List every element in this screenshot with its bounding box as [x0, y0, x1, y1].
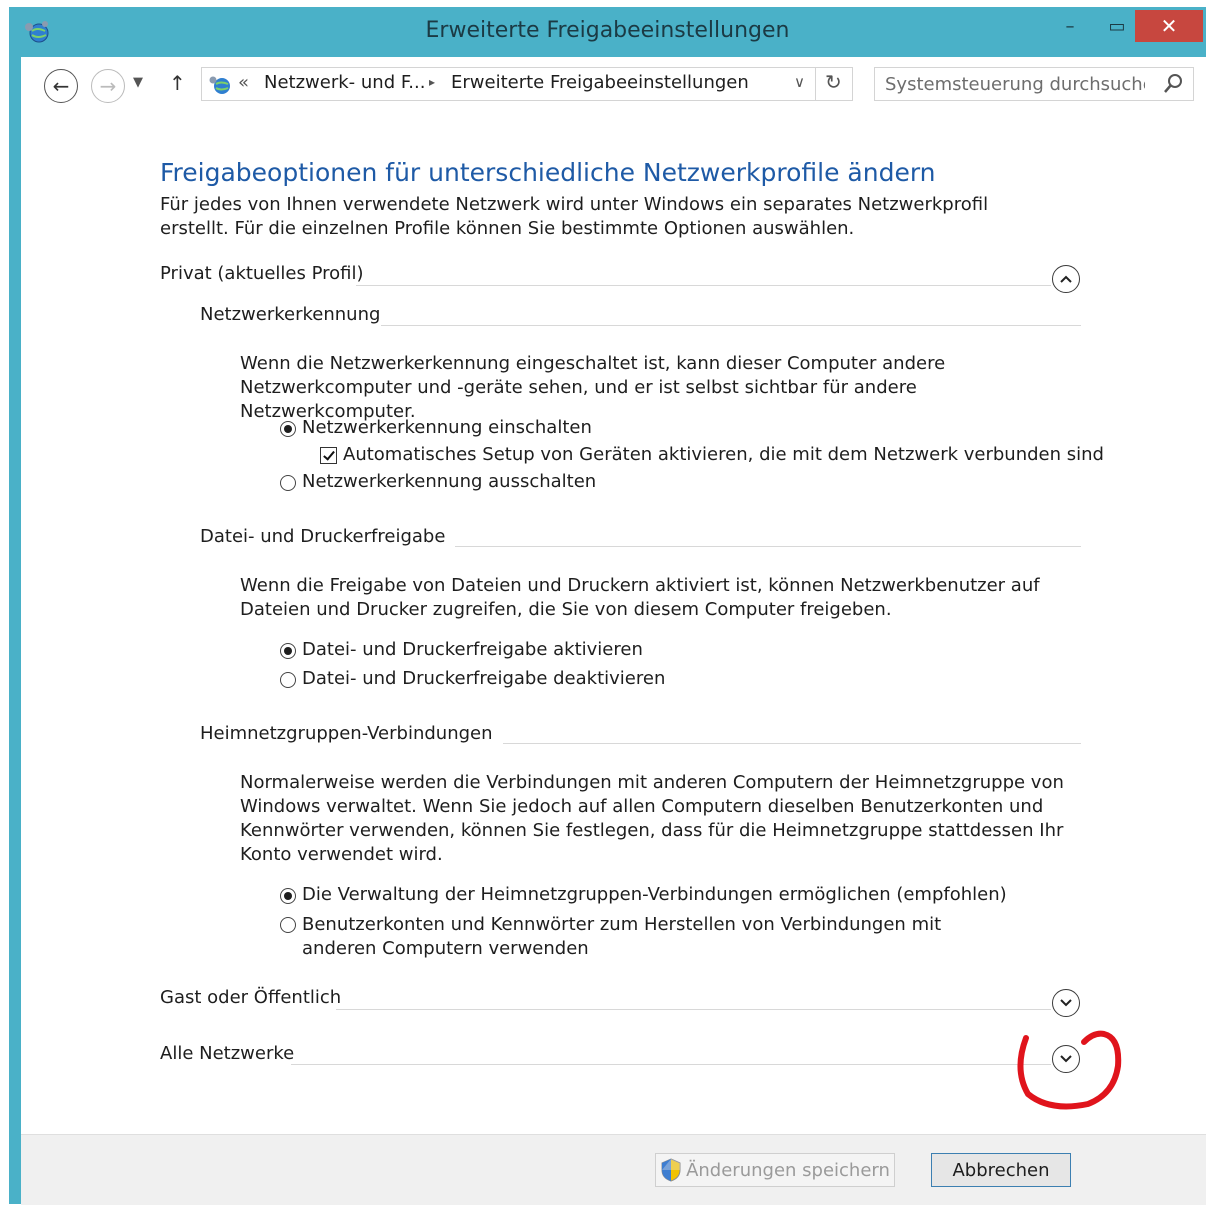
address-bar[interactable]: « Netzwerk- und F... ▸ Erweiterte Freiga…	[201, 67, 853, 101]
file-sharing-description: Wenn die Freigabe von Dateien und Drucke…	[240, 575, 1040, 620]
radio-indicator[interactable]	[280, 421, 296, 437]
homegroup-description: Normalerweise werden die Verbindungen mi…	[240, 772, 1064, 865]
minimize-button[interactable]: –	[1045, 10, 1095, 42]
page-title: Freigabeoptionen für unterschiedliche Ne…	[160, 158, 936, 187]
radio-discovery-off[interactable]: Netzwerkerkennung ausschalten	[280, 471, 596, 492]
recent-locations-button[interactable]: ▼	[133, 75, 143, 90]
red-annotation-circle	[1017, 1030, 1122, 1110]
section-file-sharing: Datei- und Druckerfreigabe	[200, 526, 456, 547]
arrow-left-icon: ←	[52, 74, 70, 98]
radio-label: Datei- und Druckerfreigabe deaktivieren	[302, 668, 666, 689]
refresh-icon[interactable]: ↻	[825, 70, 842, 94]
address-divider	[815, 68, 816, 100]
divider-homegroup	[491, 743, 1081, 744]
section-network-discovery: Netzwerkerkennung	[200, 304, 391, 325]
discovery-description: Wenn die Netzwerkerkennung eingeschaltet…	[240, 353, 946, 422]
radio-homegroup-windows[interactable]: Die Verwaltung der Heimnetzgruppen-Verbi…	[280, 884, 1007, 905]
collapse-private-button[interactable]	[1052, 265, 1080, 293]
back-button[interactable]: ←	[44, 69, 78, 103]
breadcrumb-overflow[interactable]: «	[238, 72, 249, 93]
divider-file-sharing	[441, 546, 1081, 547]
network-icon	[209, 76, 230, 94]
title-bar[interactable]: Erweiterte Freigabeeinstellungen – ▭ ✕	[9, 7, 1206, 57]
radio-file-sharing-on[interactable]: Datei- und Druckerfreigabe aktivieren	[280, 639, 643, 660]
checkbox-indicator[interactable]	[320, 447, 337, 464]
cancel-button[interactable]: Abbrechen	[931, 1153, 1071, 1187]
radio-indicator[interactable]	[280, 643, 296, 659]
radio-label: Datei- und Druckerfreigabe aktivieren	[302, 639, 643, 660]
radio-indicator[interactable]	[280, 475, 296, 491]
arrow-right-icon: →	[99, 74, 117, 98]
forward-button[interactable]: →	[91, 69, 125, 103]
checkbox-label: Automatisches Setup von Geräten aktivier…	[343, 444, 1104, 465]
search-input[interactable]	[885, 72, 1145, 96]
uac-shield-icon	[661, 1158, 681, 1182]
radio-label: Netzwerkerkennung einschalten	[302, 417, 592, 438]
close-button[interactable]: ✕	[1135, 10, 1203, 42]
divider-private	[356, 285, 1051, 286]
chevron-down-icon	[1060, 999, 1072, 1007]
breadcrumb-network[interactable]: Netzwerk- und F...	[264, 72, 425, 93]
radio-discovery-on[interactable]: Netzwerkerkennung einschalten	[280, 417, 592, 438]
maximize-button[interactable]: ▭	[1095, 10, 1139, 42]
radio-indicator[interactable]	[280, 888, 296, 904]
profile-all-networks-label[interactable]: Alle Netzwerke	[160, 1043, 305, 1064]
chevron-up-icon	[1060, 275, 1072, 283]
breadcrumb-advanced-sharing[interactable]: Erweiterte Freigabeeinstellungen	[451, 72, 749, 93]
divider-guest	[336, 1009, 1051, 1010]
section-homegroup: Heimnetzgruppen-Verbindungen	[200, 723, 503, 744]
search-icon[interactable]	[1161, 71, 1185, 97]
profile-private-label[interactable]: Privat (aktuelles Profil)	[160, 263, 374, 284]
radio-file-sharing-off[interactable]: Datei- und Druckerfreigabe deaktivieren	[280, 668, 665, 689]
radio-indicator[interactable]	[280, 917, 296, 933]
divider-discovery	[381, 325, 1081, 326]
radio-indicator[interactable]	[280, 672, 296, 688]
expand-guest-button[interactable]	[1052, 989, 1080, 1017]
radio-label: Die Verwaltung der Heimnetzgruppen-Verbi…	[302, 884, 1007, 905]
radio-homegroup-accounts[interactable]: Benutzerkonten und Kennwörter zum Herste…	[280, 913, 980, 961]
address-dropdown-icon[interactable]: ∨	[794, 73, 805, 91]
up-button[interactable]: ↑	[169, 71, 186, 95]
breadcrumb-separator[interactable]: ▸	[429, 75, 435, 89]
dialog-footer: Änderungen speichern Abbrechen	[21, 1134, 1206, 1205]
profile-guest-label[interactable]: Gast oder Öffentlich	[160, 987, 352, 1008]
radio-label: Benutzerkonten und Kennwörter zum Herste…	[302, 914, 942, 959]
save-changes-button[interactable]: Änderungen speichern	[655, 1153, 895, 1187]
chevron-down-icon: ▼	[133, 75, 143, 90]
divider-all-networks	[291, 1064, 1051, 1065]
arrow-up-icon: ↑	[169, 71, 186, 95]
intro-text: Für jedes von Ihnen verwendete Netzwerk …	[160, 194, 989, 239]
search-box[interactable]	[874, 67, 1194, 101]
window-title: Erweiterte Freigabeeinstellungen	[425, 18, 790, 43]
radio-label: Netzwerkerkennung ausschalten	[302, 471, 597, 492]
navigation-bar: ← → ▼ ↑ « Netzwerk- und F... ▸ Erweitert…	[21, 57, 1206, 121]
checkbox-auto-setup[interactable]: Automatisches Setup von Geräten aktivier…	[320, 444, 1104, 465]
save-label: Änderungen speichern	[686, 1159, 890, 1181]
